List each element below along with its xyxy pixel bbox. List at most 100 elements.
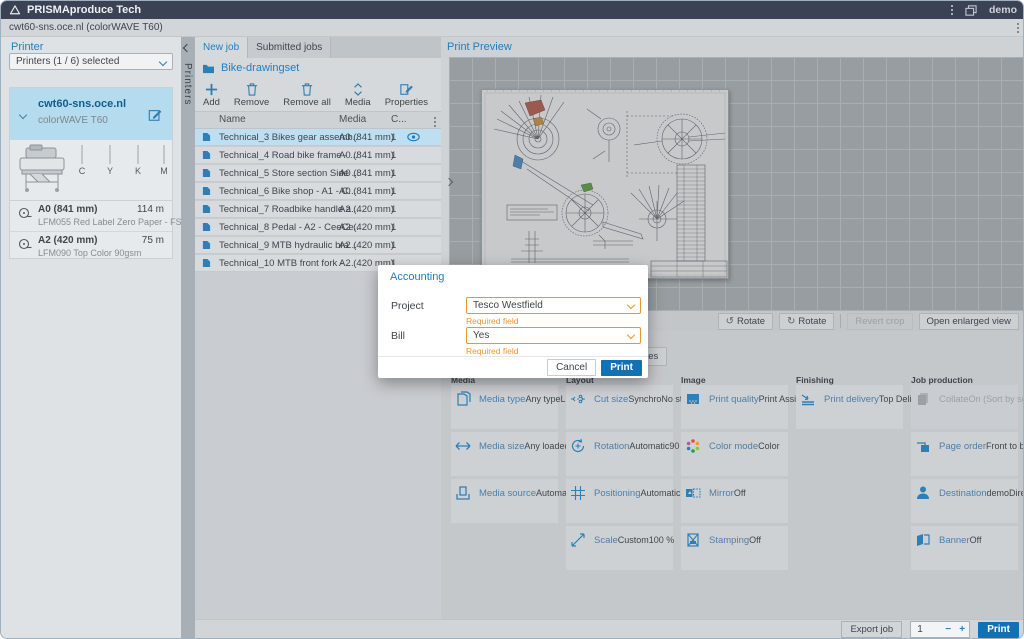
- roll-media: LFM055 Red Label Zero Paper - FSC: [38, 217, 188, 227]
- rotate-left-button[interactable]: ↺ Rotate: [718, 313, 773, 330]
- tile-page-order[interactable]: Page orderFront to back: [911, 432, 1018, 476]
- row-name: Technical_3 Bikes gear assemb...: [219, 132, 359, 143]
- user-name[interactable]: demo: [989, 4, 1017, 16]
- copies-stepper[interactable]: 1 − +: [910, 621, 970, 638]
- revert-crop-label: Revert crop: [855, 316, 904, 327]
- row-media: A0 (841 mm): [339, 168, 394, 179]
- cancel-button[interactable]: Cancel: [547, 359, 596, 376]
- tile-title: Positioning: [594, 488, 640, 499]
- column-media[interactable]: Media: [339, 114, 366, 125]
- tile-title: Rotation: [594, 441, 629, 452]
- preview-eye-icon[interactable]: [407, 132, 420, 142]
- copies-value[interactable]: 1: [911, 624, 941, 635]
- file-icon: [202, 186, 211, 196]
- expand-panel-icon[interactable]: [439, 171, 459, 193]
- tile-positioning[interactable]: PositioningAutomatic (Center).N...: [566, 479, 673, 523]
- printer-panel-label: Printer: [11, 41, 43, 53]
- job-set-name: Bike-drawingset: [221, 62, 299, 74]
- remove-button[interactable]: Remove: [234, 78, 269, 108]
- collate-icon: [915, 389, 939, 429]
- tile-media-type[interactable]: Media typeAny typeLFM055 Red Label Z...: [451, 385, 558, 429]
- tile-title: Print quality: [709, 394, 759, 405]
- breadcrumb-text: cwt60-sns.oce.nl (colorWAVE T60): [9, 22, 163, 33]
- media-button[interactable]: Media: [345, 78, 371, 108]
- file-icon: [202, 240, 211, 250]
- dialog-print-button[interactable]: Print: [601, 360, 642, 376]
- tile-collate[interactable]: CollateOn (Sort by set): [911, 385, 1018, 429]
- project-select[interactable]: Tesco Westfield: [466, 297, 641, 314]
- project-value: Tesco Westfield: [473, 300, 543, 311]
- tab-submitted-jobs[interactable]: Submitted jobs: [248, 37, 331, 58]
- tile-cut-size[interactable]: Cut sizeSynchroNo strip: [566, 385, 673, 429]
- table-row[interactable]: Technical_8 Pedal - A2 - CeeCe... A2 (42…: [195, 219, 441, 236]
- tile-media-size[interactable]: Media sizeAny loaded sizeA0 (841 mm): [451, 432, 558, 476]
- table-options-icon[interactable]: [434, 117, 436, 127]
- group-header-finishing: Finishing: [796, 375, 834, 385]
- accounting-dialog: Accounting Project Tesco Westfield Requi…: [378, 265, 648, 378]
- media-label: Media: [345, 97, 371, 108]
- bill-select[interactable]: Yes: [466, 327, 641, 344]
- project-label: Project: [391, 300, 424, 312]
- column-name[interactable]: Name: [219, 114, 246, 125]
- windows-icon[interactable]: [965, 5, 977, 16]
- dialog-footer: Cancel Print: [378, 356, 648, 378]
- table-row[interactable]: Technical_5 Store section Side ... A0 (8…: [195, 165, 441, 182]
- tile-media-source[interactable]: Media sourceAutomatic: [451, 479, 558, 523]
- printers-rail: Printers: [181, 37, 195, 639]
- revert-crop-button[interactable]: Revert crop: [847, 313, 912, 330]
- tile-print-quality[interactable]: Print qualityPrint Assistant: [681, 385, 788, 429]
- row-name: Technical_4 Road bike frame - ...: [219, 150, 358, 161]
- rotate-cw-icon: ↻: [787, 316, 795, 327]
- row-media: A2 (420 mm): [339, 222, 394, 233]
- rotate-right-button[interactable]: ↻ Rotate: [779, 313, 834, 330]
- drawing-sheet-preview[interactable]: [481, 89, 729, 279]
- bill-label: Bill: [391, 330, 405, 342]
- table-row[interactable]: Technical_3 Bikes gear assemb... A0 (841…: [195, 129, 441, 146]
- dialog-title: Accounting: [390, 271, 444, 283]
- table-row[interactable]: Technical_7 Roadbike handle a... A2 (420…: [195, 201, 441, 218]
- tile-mirror[interactable]: MirrorOff: [681, 479, 788, 523]
- printer-selector[interactable]: Printers (1 / 6) selected: [9, 53, 173, 70]
- app-window: PRISMAproduce Tech demo cwt60-sns.oce.nl…: [0, 0, 1024, 639]
- printer-status-body: C Y K M: [10, 140, 172, 201]
- tile-destination[interactable]: DestinationdemoDirect print : On: [911, 479, 1018, 523]
- table-row[interactable]: Technical_4 Road bike frame - ... A0 (84…: [195, 147, 441, 164]
- remove-all-button[interactable]: Remove all: [283, 78, 331, 108]
- row-name: Technical_8 Pedal - A2 - CeeCe...: [219, 222, 359, 233]
- open-enlarged-view-button[interactable]: Open enlarged view: [919, 313, 1020, 330]
- tab-new-job[interactable]: New job: [195, 37, 248, 58]
- tile-print-delivery[interactable]: Print deliveryTop Delivery Tray (TDT): [796, 385, 903, 429]
- banner-icon: [915, 530, 939, 570]
- printer-card[interactable]: cwt60-sns.oce.nl colorWAVE T60: [9, 87, 173, 259]
- decrement-button[interactable]: −: [941, 624, 955, 635]
- table-row[interactable]: Technical_6 Bike shop - A1 - C... A0 (84…: [195, 183, 441, 200]
- tile-title: Color mode: [709, 441, 758, 452]
- breadcrumb-menu-icon[interactable]: [1017, 23, 1019, 33]
- roll-icon: [18, 238, 32, 252]
- properties-button[interactable]: Properties: [385, 78, 428, 108]
- media-roll-a0[interactable]: A0 (841 mm) 114 m LFM055 Red Label Zero …: [10, 201, 172, 231]
- column-copies[interactable]: C...: [391, 114, 407, 125]
- ink-letter: K: [128, 166, 148, 176]
- titlebar-menu-icon[interactable]: [951, 5, 953, 15]
- file-icon: [202, 168, 211, 178]
- tile-scale[interactable]: ScaleCustom100 %: [566, 526, 673, 570]
- collapse-chevron-icon[interactable]: [19, 111, 27, 119]
- print-job-button[interactable]: Print: [978, 622, 1019, 638]
- divider: [840, 314, 841, 328]
- table-row[interactable]: Technical_9 MTB hydraulic bra... A2 (420…: [195, 237, 441, 254]
- tile-rotation[interactable]: RotationAutomatic90 °: [566, 432, 673, 476]
- tile-stamping[interactable]: StampingOff: [681, 526, 788, 570]
- row-copies: 1: [391, 222, 396, 233]
- row-copies: 1: [391, 204, 396, 215]
- export-job-button[interactable]: Export job: [841, 621, 902, 638]
- increment-button[interactable]: +: [955, 624, 969, 635]
- row-media: A0 (841 mm): [339, 150, 394, 161]
- edit-printer-icon[interactable]: [148, 108, 162, 122]
- media-roll-a2[interactable]: A2 (420 mm) 75 m LFM090 Top Color 90gsm: [10, 231, 172, 262]
- add-button[interactable]: Add: [203, 78, 220, 108]
- collapse-panel-icon[interactable]: [183, 44, 191, 52]
- tile-color-mode[interactable]: Color modeColor: [681, 432, 788, 476]
- printer-card-header[interactable]: cwt60-sns.oce.nl colorWAVE T60: [10, 88, 172, 140]
- tile-banner[interactable]: BannerOff: [911, 526, 1018, 570]
